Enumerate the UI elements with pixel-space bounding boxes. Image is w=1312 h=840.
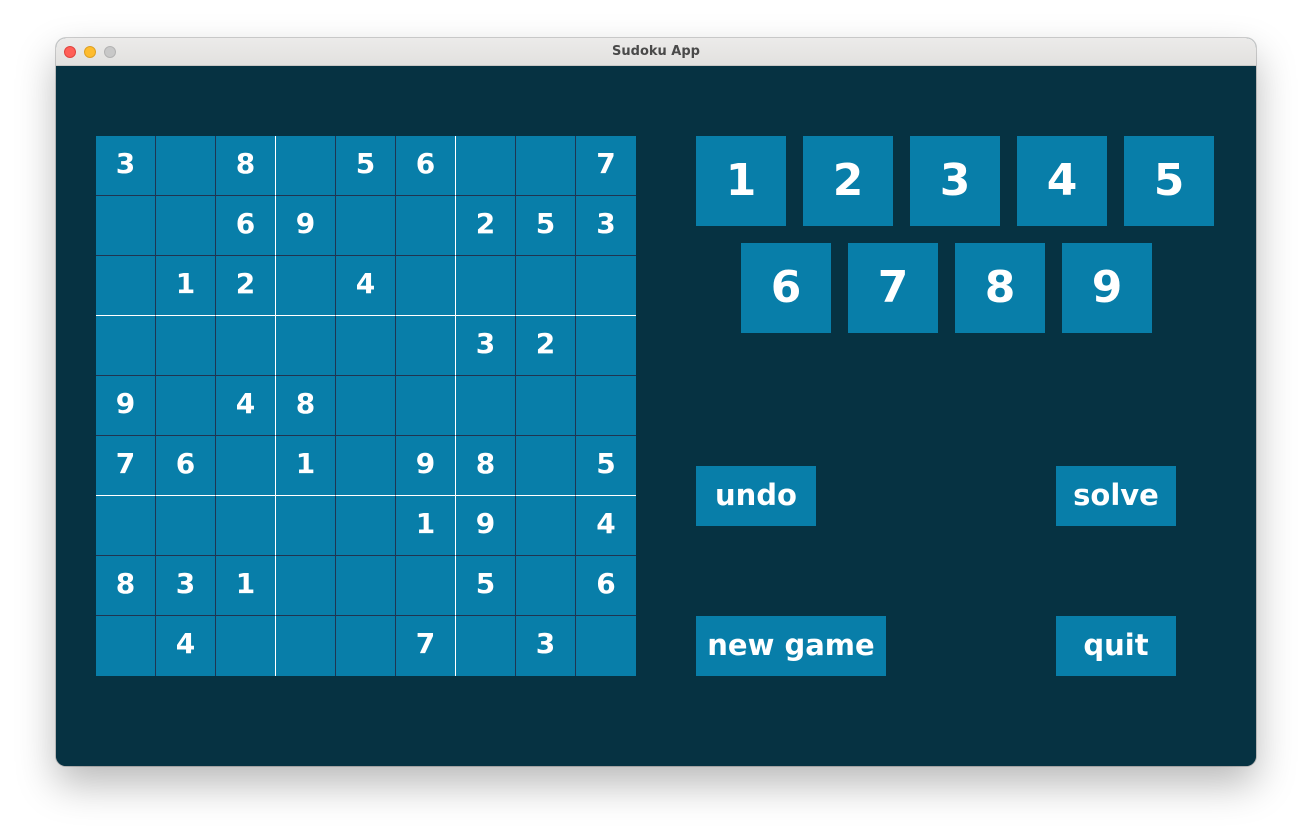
- board-cell-r3-c3[interactable]: 2: [216, 256, 276, 316]
- board-cell-r6-c8[interactable]: [516, 436, 576, 496]
- board-cell-r8-c8[interactable]: [516, 556, 576, 616]
- board-cell-r3-c1[interactable]: [96, 256, 156, 316]
- board-cell-r7-c9[interactable]: 4: [576, 496, 636, 556]
- board-cell-r2-c6[interactable]: [396, 196, 456, 256]
- board-cell-r7-c4[interactable]: [276, 496, 336, 556]
- board-cell-r2-c5[interactable]: [336, 196, 396, 256]
- board-cell-r6-c6[interactable]: 9: [396, 436, 456, 496]
- board-cell-r4-c9[interactable]: [576, 316, 636, 376]
- board-cell-r6-c4[interactable]: 1: [276, 436, 336, 496]
- board-cell-r7-c1[interactable]: [96, 496, 156, 556]
- board-cell-r9-c9[interactable]: [576, 616, 636, 676]
- board-cell-r1-c3[interactable]: 8: [216, 136, 276, 196]
- board-cell-r9-c3[interactable]: [216, 616, 276, 676]
- number-button-7[interactable]: 7: [848, 243, 938, 333]
- board-cell-r3-c4[interactable]: [276, 256, 336, 316]
- board-cell-r3-c6[interactable]: [396, 256, 456, 316]
- board-cell-r1-c9[interactable]: 7: [576, 136, 636, 196]
- board-cell-r1-c1[interactable]: 3: [96, 136, 156, 196]
- number-button-1[interactable]: 1: [696, 136, 786, 226]
- board-cell-r1-c8[interactable]: [516, 136, 576, 196]
- window-title: Sudoku App: [612, 44, 700, 59]
- board-cell-r9-c6[interactable]: 7: [396, 616, 456, 676]
- board-cell-r2-c4[interactable]: 9: [276, 196, 336, 256]
- number-button-2[interactable]: 2: [803, 136, 893, 226]
- board-cell-r8-c6[interactable]: [396, 556, 456, 616]
- board-cell-r2-c7[interactable]: 2: [456, 196, 516, 256]
- board-cell-r4-c3[interactable]: [216, 316, 276, 376]
- board-cell-r5-c7[interactable]: [456, 376, 516, 436]
- board-cell-r9-c1[interactable]: [96, 616, 156, 676]
- board-cell-r3-c9[interactable]: [576, 256, 636, 316]
- board-cell-r7-c8[interactable]: [516, 496, 576, 556]
- board-cell-r2-c8[interactable]: 5: [516, 196, 576, 256]
- board-cell-r5-c4[interactable]: 8: [276, 376, 336, 436]
- main-content: 38567692531243294876198519483156473 undo…: [56, 66, 1256, 766]
- board-cell-r1-c7[interactable]: [456, 136, 516, 196]
- board-cell-r6-c2[interactable]: 6: [156, 436, 216, 496]
- number-button-9[interactable]: 9: [1062, 243, 1152, 333]
- board-cell-r1-c2[interactable]: [156, 136, 216, 196]
- board-cell-r5-c1[interactable]: 9: [96, 376, 156, 436]
- board-cell-r4-c8[interactable]: 2: [516, 316, 576, 376]
- board-cell-r5-c3[interactable]: 4: [216, 376, 276, 436]
- board-cell-r8-c9[interactable]: 6: [576, 556, 636, 616]
- board-cell-r3-c2[interactable]: 1: [156, 256, 216, 316]
- board-cell-r4-c6[interactable]: [396, 316, 456, 376]
- title-bar: Sudoku App: [56, 38, 1256, 66]
- board-cell-r5-c6[interactable]: [396, 376, 456, 436]
- board-cell-r4-c2[interactable]: [156, 316, 216, 376]
- board-cell-r8-c3[interactable]: 1: [216, 556, 276, 616]
- board-cell-r5-c9[interactable]: [576, 376, 636, 436]
- board-cell-r1-c6[interactable]: 6: [396, 136, 456, 196]
- board-cell-r3-c5[interactable]: 4: [336, 256, 396, 316]
- board-cell-r3-c8[interactable]: [516, 256, 576, 316]
- board-cell-r5-c2[interactable]: [156, 376, 216, 436]
- board-cell-r4-c5[interactable]: [336, 316, 396, 376]
- number-button-5[interactable]: 5: [1124, 136, 1214, 226]
- board-cell-r4-c1[interactable]: [96, 316, 156, 376]
- board-cell-r7-c2[interactable]: [156, 496, 216, 556]
- board-cell-r8-c5[interactable]: [336, 556, 396, 616]
- number-button-3[interactable]: 3: [910, 136, 1000, 226]
- board-cell-r1-c5[interactable]: 5: [336, 136, 396, 196]
- number-button-4[interactable]: 4: [1017, 136, 1107, 226]
- board-cell-r6-c3[interactable]: [216, 436, 276, 496]
- number-button-6[interactable]: 6: [741, 243, 831, 333]
- solve-button[interactable]: solve: [1056, 466, 1176, 526]
- board-cell-r2-c2[interactable]: [156, 196, 216, 256]
- number-button-8[interactable]: 8: [955, 243, 1045, 333]
- board-cell-r8-c4[interactable]: [276, 556, 336, 616]
- new-game-button[interactable]: new game: [696, 616, 886, 676]
- board-cell-r5-c5[interactable]: [336, 376, 396, 436]
- board-cell-r9-c4[interactable]: [276, 616, 336, 676]
- board-cell-r6-c5[interactable]: [336, 436, 396, 496]
- board-cell-r7-c3[interactable]: [216, 496, 276, 556]
- board-cell-r4-c4[interactable]: [276, 316, 336, 376]
- board-cell-r6-c7[interactable]: 8: [456, 436, 516, 496]
- board-cell-r9-c5[interactable]: [336, 616, 396, 676]
- board-cell-r7-c5[interactable]: [336, 496, 396, 556]
- board-cell-r1-c4[interactable]: [276, 136, 336, 196]
- undo-button[interactable]: undo: [696, 466, 816, 526]
- quit-button[interactable]: quit: [1056, 616, 1176, 676]
- app-window: Sudoku App 38567692531243294876198519483…: [56, 38, 1256, 766]
- board-cell-r5-c8[interactable]: [516, 376, 576, 436]
- sudoku-board: 38567692531243294876198519483156473: [96, 136, 636, 676]
- board-cell-r2-c9[interactable]: 3: [576, 196, 636, 256]
- board-cell-r2-c3[interactable]: 6: [216, 196, 276, 256]
- board-cell-r7-c6[interactable]: 1: [396, 496, 456, 556]
- board-cell-r9-c8[interactable]: 3: [516, 616, 576, 676]
- board-cell-r8-c2[interactable]: 3: [156, 556, 216, 616]
- board-cell-r4-c7[interactable]: 3: [456, 316, 516, 376]
- board-cell-r7-c7[interactable]: 9: [456, 496, 516, 556]
- board-cell-r9-c7[interactable]: [456, 616, 516, 676]
- board-cell-r9-c2[interactable]: 4: [156, 616, 216, 676]
- board-cell-r2-c1[interactable]: [96, 196, 156, 256]
- board-cell-r3-c7[interactable]: [456, 256, 516, 316]
- board-cell-r8-c7[interactable]: 5: [456, 556, 516, 616]
- board-cell-r6-c9[interactable]: 5: [576, 436, 636, 496]
- board-cell-r8-c1[interactable]: 8: [96, 556, 156, 616]
- board-cell-r6-c1[interactable]: 7: [96, 436, 156, 496]
